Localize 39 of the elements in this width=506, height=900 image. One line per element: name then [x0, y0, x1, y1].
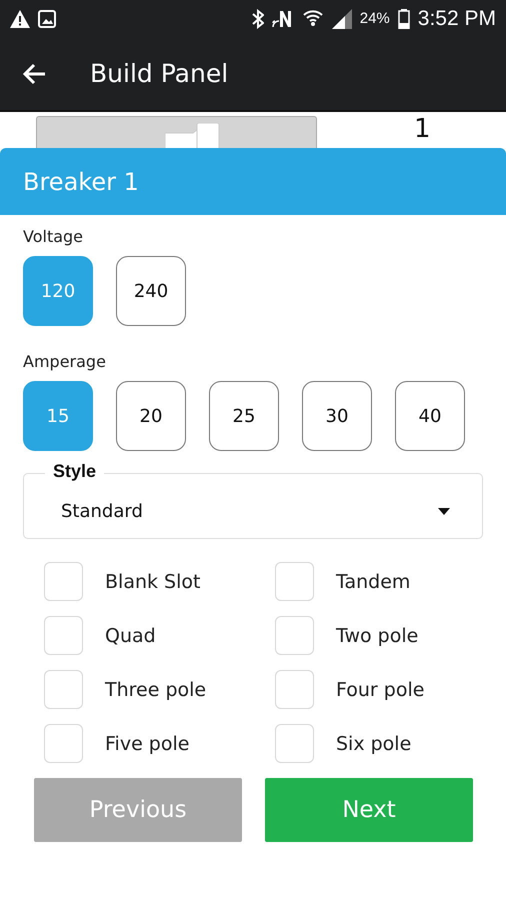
warning-icon	[10, 10, 30, 28]
nfc-icon	[272, 8, 294, 28]
screen-title: Build Panel	[90, 59, 228, 88]
wifi-icon	[302, 8, 324, 28]
clock-time: 3:52 PM	[418, 6, 496, 30]
amperage-option[interactable]: 40	[395, 381, 465, 451]
checkbox[interactable]	[44, 562, 83, 601]
checkbox-label: Five pole	[105, 732, 190, 754]
image-icon	[38, 10, 56, 28]
amperage-option[interactable]: 20	[116, 381, 186, 451]
battery-icon	[398, 8, 410, 28]
checkbox[interactable]	[44, 616, 83, 655]
voltage-option[interactable]: 240	[116, 256, 186, 326]
slot-number: 1	[414, 114, 431, 144]
amperage-option[interactable]: 30	[302, 381, 372, 451]
checkbox-label: Three pole	[105, 678, 206, 700]
back-arrow-icon[interactable]	[22, 62, 46, 84]
amperage-option[interactable]: 25	[209, 381, 279, 451]
checkbox-label: Six pole	[336, 732, 412, 754]
checkbox[interactable]	[44, 670, 83, 709]
checkbox-label: Four pole	[336, 678, 424, 700]
checkbox[interactable]	[275, 724, 314, 763]
amperage-label: Amperage	[23, 352, 107, 371]
voltage-label: Voltage	[23, 227, 84, 246]
bluetooth-icon	[252, 8, 264, 28]
checkbox[interactable]	[275, 562, 314, 601]
checkbox[interactable]	[275, 670, 314, 709]
checkbox[interactable]	[44, 724, 83, 763]
checkbox-label: Two pole	[336, 624, 418, 646]
battery-percent: 24%	[360, 10, 390, 27]
checkbox-label: Quad	[105, 624, 156, 646]
checkbox-label: Tandem	[336, 570, 410, 592]
signal-icon	[332, 8, 352, 28]
style-label: Style	[45, 461, 104, 482]
dialog-title: Breaker 1	[23, 168, 139, 196]
dropdown-caret-icon	[438, 508, 450, 514]
checkbox-label: Blank Slot	[105, 570, 200, 592]
checkbox[interactable]	[275, 616, 314, 655]
style-value: Standard	[61, 500, 143, 522]
